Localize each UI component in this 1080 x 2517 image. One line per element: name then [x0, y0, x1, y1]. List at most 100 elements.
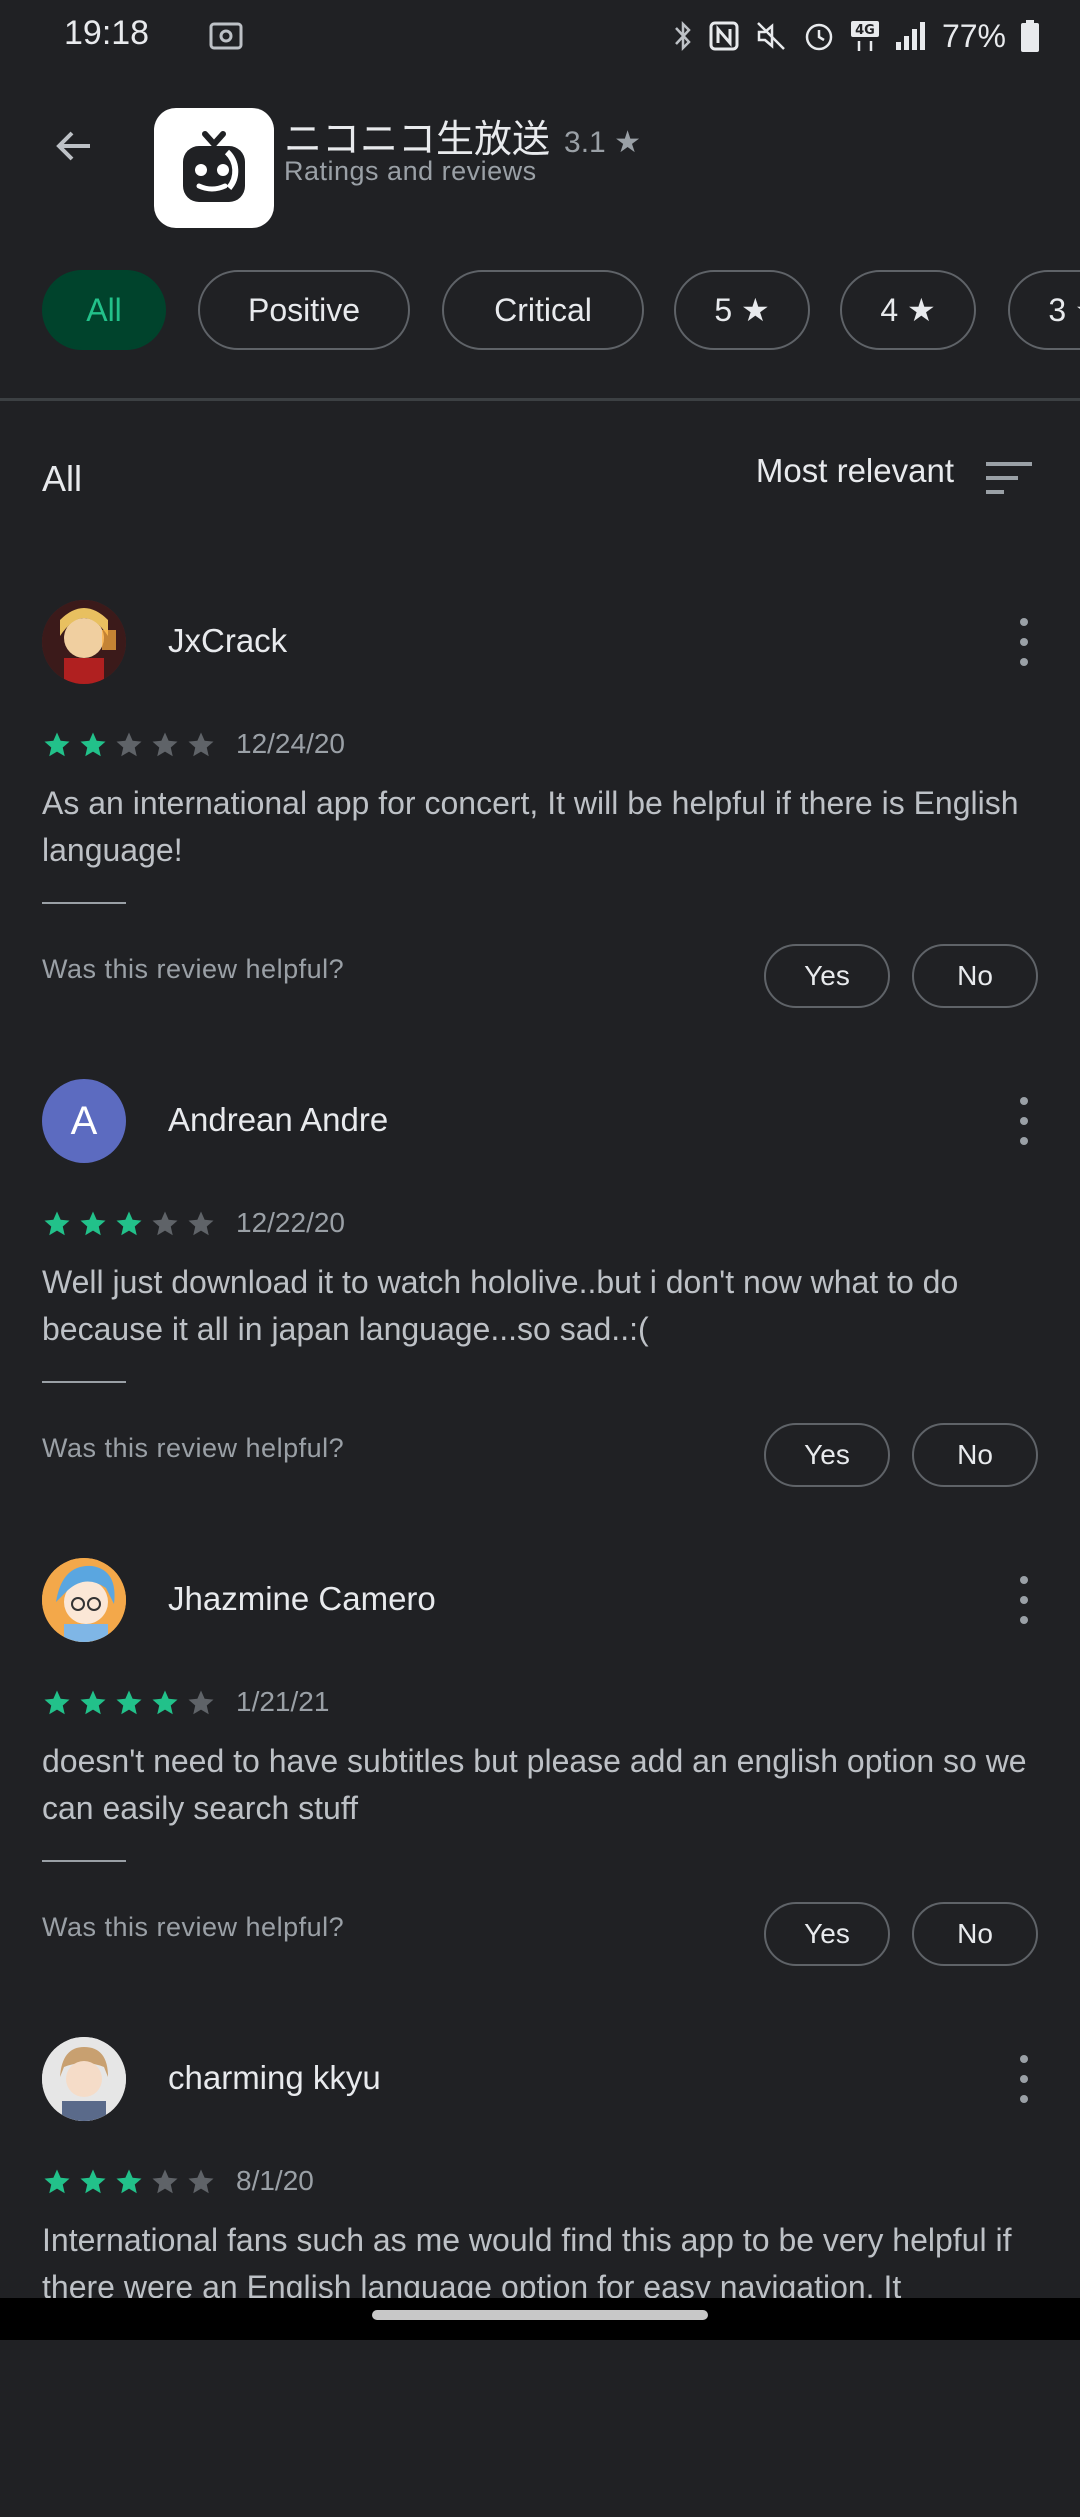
sort-label[interactable]: Most relevant — [756, 452, 954, 490]
section-title: All — [42, 458, 83, 499]
star-rating — [42, 1209, 216, 1239]
star-rating — [42, 2167, 216, 2197]
review-rule — [42, 902, 126, 904]
star-filled-icon — [80, 2169, 106, 2194]
review-date: 12/22/20 — [236, 1207, 345, 1238]
avatar-image-icon — [42, 1558, 126, 1642]
review-rule — [42, 1381, 126, 1383]
more-options-button[interactable] — [1012, 2055, 1036, 2103]
home-gesture-handle[interactable] — [372, 2310, 708, 2320]
app-name: ニコニコ生放送 — [284, 119, 551, 161]
review-item: charming kkyu 8/1/20 International fans … — [0, 2037, 1080, 2517]
star-filled-icon — [116, 1211, 142, 1236]
review-rule — [42, 1860, 126, 1862]
back-button[interactable] — [44, 116, 104, 176]
helpful-no-button[interactable]: No — [912, 944, 1038, 1008]
app-title: ニコニコ生放送 3.1 ★ — [284, 108, 641, 163]
avatar — [42, 2037, 126, 2121]
star-rating — [42, 1688, 216, 1718]
star-filled-icon — [116, 2169, 142, 2194]
avatar: A — [42, 1079, 126, 1163]
more-options-button[interactable] — [1012, 1576, 1036, 1624]
star-filled-icon — [152, 1690, 178, 1715]
app-rating: 3.1 ★ — [564, 126, 641, 159]
filter-chips: All Positive Critical 5 ★ 4 ★ 3 ★ — [0, 270, 1080, 354]
review-date: 12/24/20 — [236, 728, 345, 759]
helpful-yes-button[interactable]: Yes — [764, 1902, 890, 1966]
reviewer-name: JxCrack — [168, 622, 288, 659]
avatar-initial: A — [70, 1098, 98, 1143]
filter-chip-3-stars[interactable]: 3 ★ — [1008, 270, 1080, 350]
star-filled-icon — [116, 1690, 142, 1715]
helpful-question: Was this review helpful? — [42, 1433, 345, 1463]
star-filled-icon — [44, 732, 70, 757]
battery-percent: 77% — [941, 17, 1006, 54]
avatar-image-icon — [42, 2037, 126, 2121]
niconico-logo-icon — [183, 131, 245, 202]
signal-icon — [895, 22, 925, 50]
filter-chip-critical[interactable]: Critical — [442, 270, 644, 350]
star-icon: ★ — [907, 292, 936, 328]
star-rating — [42, 730, 216, 760]
filter-chip-all[interactable]: All — [42, 270, 166, 350]
review-text: International fans such as me would find… — [42, 2222, 1012, 2305]
star-empty-icon — [116, 732, 142, 757]
star-empty-icon — [152, 2169, 178, 2194]
star-icon: ★ — [741, 292, 770, 328]
star-filled-icon — [80, 732, 106, 757]
review-item: Jhazmine Camero 1/21/21 doesn't need to … — [0, 1558, 1080, 2038]
app-subtitle: Ratings and reviews — [284, 156, 537, 186]
star-empty-icon — [188, 1690, 214, 1715]
navigation-bar — [0, 2298, 1080, 2340]
star-empty-icon — [188, 2169, 214, 2194]
star-icon: ★ — [614, 126, 641, 159]
avatar — [42, 1558, 126, 1642]
sort-icon[interactable] — [984, 458, 1034, 498]
filter-chip-5-stars[interactable]: 5 ★ — [674, 270, 810, 350]
alarm-icon — [805, 23, 833, 51]
review-text: Well just download it to watch hololive.… — [42, 1264, 959, 1347]
status-bar: 19:18 4G 77% — [0, 0, 1080, 76]
star-empty-icon — [188, 732, 214, 757]
helpful-question: Was this review helpful? — [42, 1912, 345, 1942]
review-date: 8/1/20 — [236, 2165, 314, 2196]
more-options-button[interactable] — [1012, 618, 1036, 666]
reviewer-name: Andrean Andre — [168, 1101, 389, 1138]
star-icon: ★ — [1075, 291, 1080, 329]
battery-icon — [1021, 20, 1039, 52]
nfc-icon — [709, 21, 739, 51]
header-divider — [0, 398, 1080, 401]
review-text: As an international app for concert, It … — [42, 785, 1019, 868]
helpful-question: Was this review helpful? — [42, 954, 345, 984]
star-empty-icon — [188, 1211, 214, 1236]
star-filled-icon — [44, 1690, 70, 1715]
filter-chip-positive[interactable]: Positive — [198, 270, 410, 350]
review-text: doesn't need to have subtitles but pleas… — [42, 1743, 1027, 1826]
reviewer-name: charming kkyu — [168, 2059, 381, 2096]
avatar-image-icon — [42, 600, 126, 684]
svg-text:4G: 4G — [855, 23, 875, 38]
helpful-yes-button[interactable]: Yes — [764, 944, 890, 1008]
helpful-yes-button[interactable]: Yes — [764, 1423, 890, 1487]
star-empty-icon — [152, 1211, 178, 1236]
bluetooth-icon — [675, 20, 691, 52]
reviewer-name: Jhazmine Camero — [168, 1580, 436, 1617]
star-filled-icon — [44, 1211, 70, 1236]
star-empty-icon — [152, 732, 178, 757]
4g-icon: 4G — [850, 21, 879, 51]
more-options-button[interactable] — [1012, 1097, 1036, 1145]
review-item: A Andrean Andre 12/22/20 Well just downl… — [0, 1079, 1080, 1559]
helpful-no-button[interactable]: No — [912, 1902, 1038, 1966]
star-filled-icon — [80, 1211, 106, 1236]
status-icons: 4G 77% — [672, 14, 1040, 58]
helpful-no-button[interactable]: No — [912, 1423, 1038, 1487]
star-filled-icon — [80, 1690, 106, 1715]
avatar — [42, 600, 126, 684]
app-header: ニコニコ生放送 3.1 ★ Ratings and reviews — [0, 90, 1080, 228]
status-time: 19:18 — [64, 14, 150, 52]
mute-icon — [757, 22, 785, 50]
review-item: JxCrack 12/24/20 As an international app… — [0, 600, 1080, 1080]
app-icon — [154, 108, 274, 228]
filter-chip-4-stars[interactable]: 4 ★ — [840, 270, 976, 350]
arrow-back-icon — [56, 131, 90, 161]
